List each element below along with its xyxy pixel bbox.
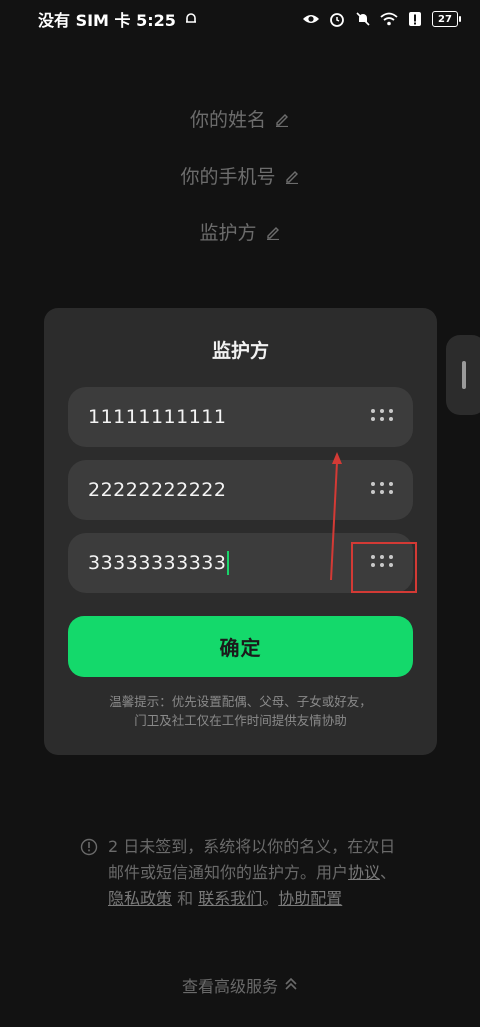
dialog-title: 监护方 [211, 340, 269, 362]
info-icon [80, 838, 98, 856]
handle-bar [462, 361, 466, 389]
contacts-picker-icon[interactable] [371, 409, 393, 425]
name-field[interactable]: 你的姓名 [0, 105, 480, 132]
pencil-icon [265, 224, 281, 240]
alert-icon [406, 10, 424, 28]
input-value[interactable]: 11111111111 [88, 406, 226, 428]
pencil-icon [274, 111, 290, 127]
assist-config-link[interactable]: 协助配置 [278, 889, 342, 908]
contacts-picker-icon[interactable] [371, 482, 393, 498]
input-value-focused[interactable]: 33333333333 [88, 551, 230, 575]
notification-icon [182, 10, 200, 28]
privacy-link[interactable]: 隐私政策 [108, 889, 172, 908]
separator: 。 [262, 889, 279, 908]
agreement-link[interactable]: 协议 [348, 863, 380, 882]
phone-field[interactable]: 你的手机号 [0, 162, 480, 189]
status-left: 没有 SIM 卡 5:25 [38, 7, 200, 31]
confirm-button[interactable]: 确定 [68, 616, 413, 677]
alarm-icon [328, 10, 346, 28]
eye-icon [302, 10, 320, 28]
mute-icon [354, 10, 372, 28]
tip-line-1: 温馨提示：优先设置配偶、父母、子女或好友， [109, 694, 372, 709]
guardian-input-2[interactable]: 22222222222 [68, 460, 413, 520]
input-text: 33333333333 [88, 552, 227, 574]
double-chevron-up-icon [284, 976, 298, 995]
side-drawer-handle[interactable] [446, 335, 480, 415]
guardian-label: 监护方 [199, 222, 257, 244]
contact-link[interactable]: 联系我们 [198, 889, 262, 908]
carrier-time: 没有 SIM 卡 5:25 [38, 11, 176, 30]
phone-label: 你的手机号 [180, 166, 276, 188]
pencil-icon [284, 168, 300, 184]
tip-line-2: 门卫及社工仅在工作时间提供友情协助 [134, 713, 347, 728]
status-right: 27 [302, 10, 461, 28]
advanced-services-toggle[interactable]: 查看高级服务 [0, 973, 480, 997]
separator: 和 [172, 889, 199, 908]
notice-text: 2 日未签到，系统将以你的名义，在次日邮件或短信通知你的监护方。用户协议、隐私政… [108, 834, 408, 912]
separator: 、 [380, 863, 397, 882]
annotation-highlight-box [351, 542, 417, 593]
notice: 2 日未签到，系统将以你的名义，在次日邮件或短信通知你的监护方。用户协议、隐私政… [80, 834, 410, 912]
input-value[interactable]: 22222222222 [88, 479, 226, 501]
dialog-tip: 温馨提示：优先设置配偶、父母、子女或好友， 门卫及社工仅在工作时间提供友情协助 [44, 692, 437, 730]
guardian-field[interactable]: 监护方 [0, 218, 480, 245]
name-label: 你的姓名 [189, 109, 266, 131]
status-bar: 没有 SIM 卡 5:25 27 [0, 0, 480, 38]
advanced-label: 查看高级服务 [181, 977, 278, 996]
text-caret [227, 551, 230, 575]
wifi-icon [380, 10, 398, 28]
guardian-input-1[interactable]: 11111111111 [68, 387, 413, 447]
guardian-dialog: 监护方 11111111111 22222222222 33333333333 … [44, 308, 437, 755]
battery-icon: 27 [432, 11, 461, 27]
